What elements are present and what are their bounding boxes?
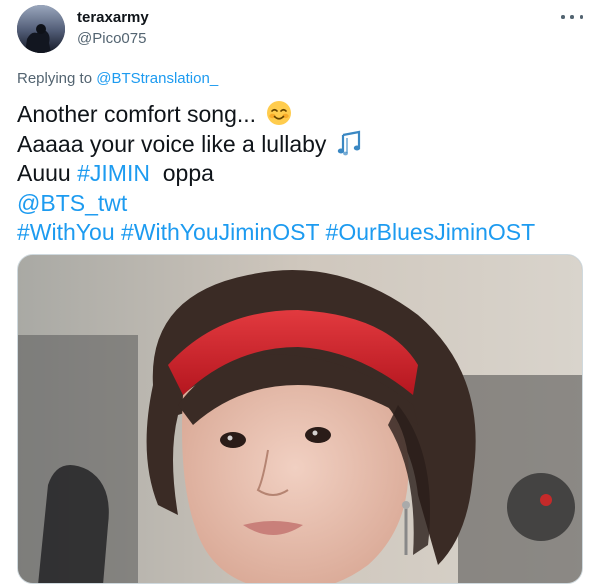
hashtag-withyou[interactable]: #WithYou xyxy=(17,219,115,245)
tweet-line-3-suffix: oppa xyxy=(149,160,214,186)
replying-to: Replying to @BTStranslation_ xyxy=(17,70,218,88)
smiling-face-emoji-icon xyxy=(266,100,292,134)
more-horizontal-icon[interactable] xyxy=(561,8,583,26)
user-handle[interactable]: @Pico075 xyxy=(77,30,146,48)
tweet-line-2-text: Aaaaa your voice like a lullaby xyxy=(17,130,327,157)
tweet-line-1-text: Another comfort song... xyxy=(17,101,257,127)
mention-bts-twt[interactable]: @BTS_twt xyxy=(17,190,127,216)
tweet-card: teraxarmy @Pico075 Replying to @BTStrans… xyxy=(0,0,601,584)
musical-notes-emoji-icon xyxy=(337,130,363,164)
tweet-line-4: @BTS_twt xyxy=(17,189,535,219)
hashtag-jimin[interactable]: #JIMIN xyxy=(77,160,150,186)
display-name[interactable]: teraxarmy xyxy=(77,9,149,27)
tweet-text: Another comfort song... Aaaaa your voice… xyxy=(17,100,535,248)
tweet-photo[interactable] xyxy=(17,254,583,584)
tweet-line-3-prefix: Auuu xyxy=(17,160,78,186)
tweet-line-2: Aaaaa your voice like a lullaby xyxy=(17,130,535,160)
tweet-line-5: #WithYou #WithYouJiminOST #OurBluesJimin… xyxy=(17,218,535,248)
replying-to-label: Replying to xyxy=(17,70,97,87)
avatar[interactable] xyxy=(17,5,65,53)
tweet-line-3: Auuu #JIMIN oppa xyxy=(17,159,535,189)
replying-to-mention[interactable]: @BTStranslation_ xyxy=(96,70,218,87)
hashtag-withyoujiminost[interactable]: #WithYouJiminOST xyxy=(121,219,319,245)
hashtag-ourbluesjiminost[interactable]: #OurBluesJiminOST xyxy=(326,219,536,245)
photo-image xyxy=(18,255,582,583)
tweet-line-1: Another comfort song... xyxy=(17,100,535,130)
avatar-image xyxy=(17,5,65,53)
